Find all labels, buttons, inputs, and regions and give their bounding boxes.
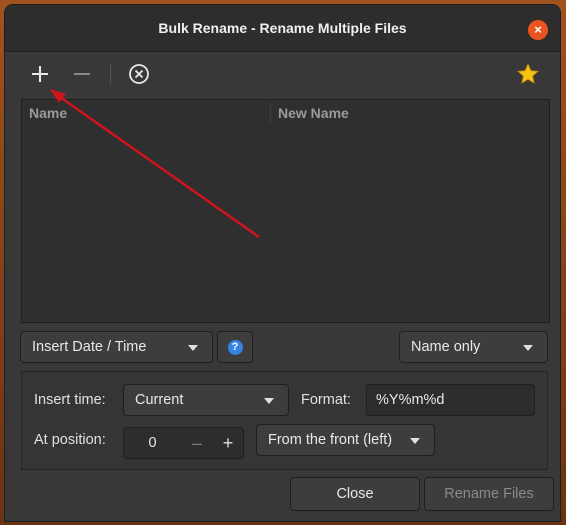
close-icon: × — [534, 22, 542, 37]
help-button[interactable]: ? — [217, 331, 253, 363]
help-icon: ? — [227, 339, 243, 355]
star-icon — [517, 63, 539, 84]
chevron-down-icon — [410, 438, 420, 444]
rename-files-button-label: Rename Files — [444, 486, 534, 502]
insert-time-label: Insert time: — [34, 392, 106, 408]
column-divider — [270, 102, 271, 124]
chevron-down-icon — [523, 345, 533, 351]
insert-time-value: Current — [135, 392, 184, 408]
renamer-type-value: Insert Date / Time — [32, 339, 147, 355]
chevron-down-icon — [188, 345, 198, 351]
file-list-header: Name New Name — [22, 100, 549, 126]
clear-icon — [129, 64, 149, 84]
rename-scope-dropdown[interactable]: Name only — [399, 331, 548, 363]
position-increment-button[interactable]: + — [213, 428, 243, 458]
toolbar — [5, 52, 560, 96]
remove-files-button[interactable] — [68, 62, 96, 86]
minus-icon: – — [191, 432, 202, 453]
format-input[interactable]: %Y%m%d — [366, 384, 535, 416]
position-value[interactable]: 0 — [124, 435, 181, 451]
position-spinbutton[interactable]: 0 – + — [123, 427, 244, 459]
add-files-button[interactable] — [26, 62, 54, 86]
bulk-rename-window: Bulk Rename - Rename Multiple Files × Na… — [5, 5, 560, 521]
chevron-down-icon — [264, 398, 274, 404]
window-close-button[interactable]: × — [528, 20, 548, 40]
rename-files-button[interactable]: Rename Files — [424, 477, 554, 511]
format-label: Format: — [301, 392, 351, 408]
plus-icon — [32, 66, 48, 82]
renamer-type-dropdown[interactable]: Insert Date / Time — [20, 331, 213, 363]
column-header-new-name[interactable]: New Name — [278, 105, 349, 121]
close-button-label: Close — [336, 486, 374, 502]
insert-time-dropdown[interactable]: Current — [123, 384, 289, 416]
format-input-value: %Y%m%d — [376, 392, 445, 408]
about-button[interactable] — [514, 62, 542, 86]
plus-icon: + — [222, 432, 234, 453]
clear-list-button[interactable] — [125, 62, 153, 86]
position-from-value: From the front (left) — [268, 432, 393, 448]
minus-icon — [74, 73, 90, 75]
title-bar: Bulk Rename - Rename Multiple Files × — [5, 5, 560, 52]
position-from-dropdown[interactable]: From the front (left) — [256, 424, 435, 456]
file-list[interactable]: Name New Name — [21, 99, 550, 323]
position-decrement-button[interactable]: – — [181, 428, 213, 458]
column-header-name[interactable]: Name — [29, 105, 67, 121]
close-button[interactable]: Close — [290, 477, 420, 511]
rename-scope-value: Name only — [411, 339, 481, 355]
toolbar-separator — [110, 64, 111, 84]
window-title: Bulk Rename - Rename Multiple Files — [158, 20, 407, 36]
position-label: At position: — [34, 432, 106, 448]
